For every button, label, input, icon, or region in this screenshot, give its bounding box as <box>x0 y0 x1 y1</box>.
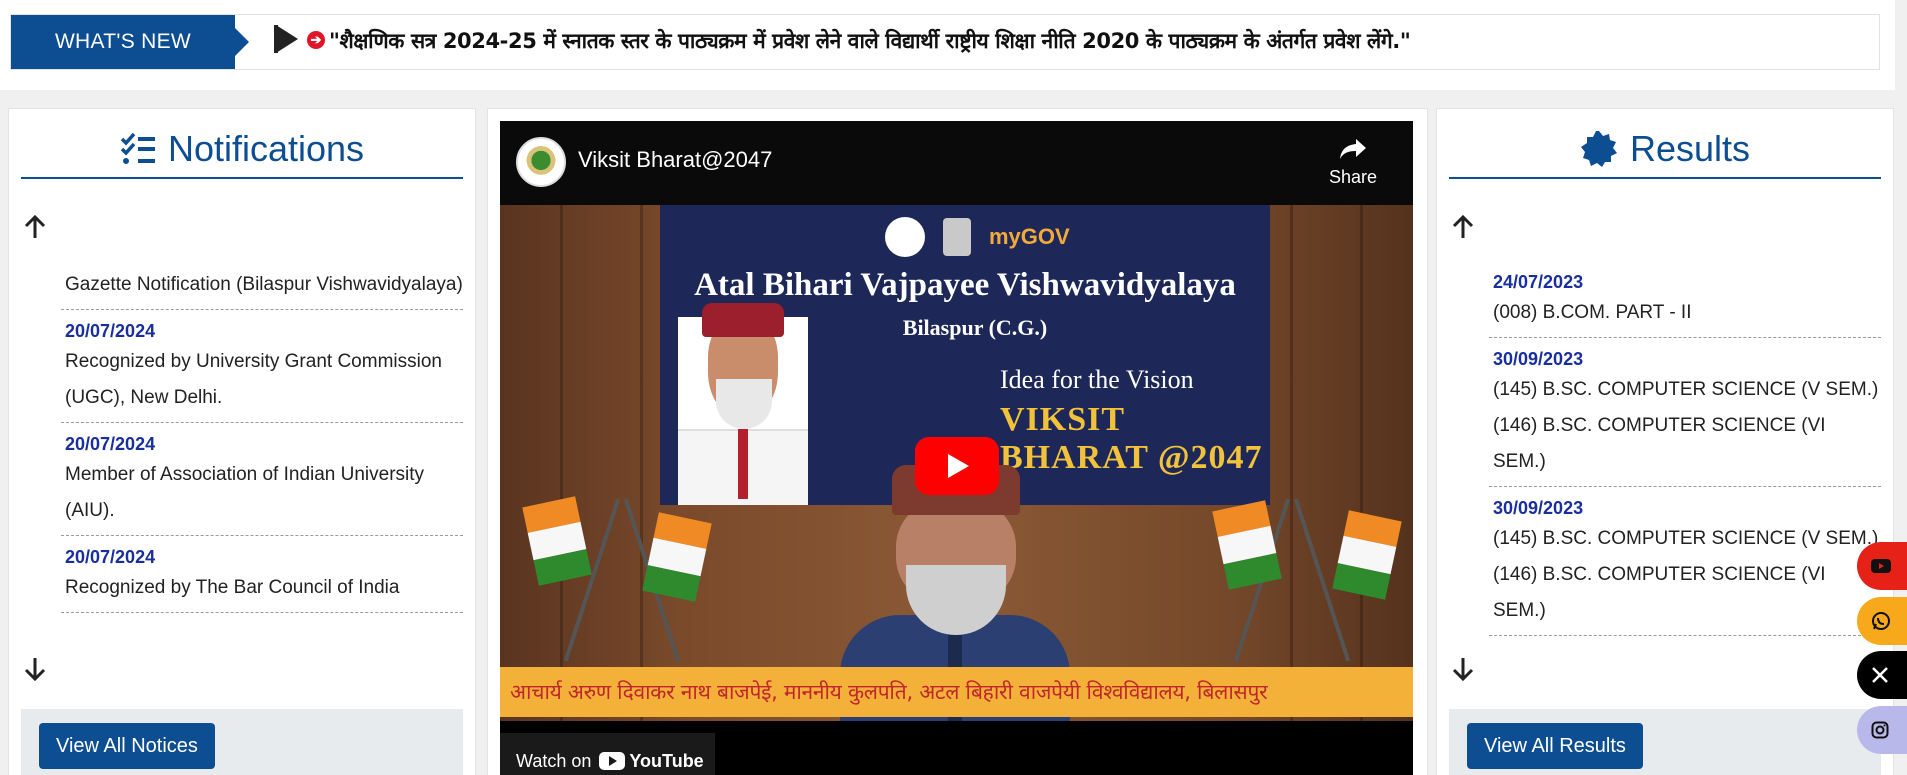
channel-logo[interactable] <box>516 137 566 187</box>
notifications-title: Notifications <box>167 128 365 169</box>
video-topbar: Viksit Bharat@2047 Share <box>500 121 1413 205</box>
results-title: Results <box>1629 128 1751 169</box>
list-item[interactable]: 30/09/2023 (145) B.SC. COMPUTER SCIENCE … <box>1489 487 1881 636</box>
checklist-icon <box>120 133 155 164</box>
badge-icon <box>1580 131 1617 167</box>
instagram-social-button[interactable] <box>1857 706 1907 754</box>
india-flag-icon <box>1332 510 1402 600</box>
notification-title[interactable]: Recognized by The Bar Council of India <box>65 570 463 606</box>
notification-title[interactable]: Recognized by University Grant Commissio… <box>65 344 463 416</box>
banner-title: Atal Bihari Vajpayee Vishwavidyalaya <box>694 267 1236 303</box>
scroll-down-arrow-icon[interactable] <box>21 655 49 683</box>
whats-new-text[interactable]: "शैक्षणिक सत्र 2024-25 में स्नातक स्तर क… <box>329 27 1411 55</box>
instagram-icon <box>1871 721 1889 739</box>
result-date: 30/09/2023 <box>1493 349 1584 369</box>
youtube-wordmark: YouTube <box>629 750 704 771</box>
results-footer: View All Results <box>1449 709 1881 775</box>
list-item[interactable]: 24/07/2023 (008) B.COM. PART - II <box>1489 261 1881 338</box>
notification-date: 20/07/2024 <box>65 434 156 454</box>
video-caption-strip: आचार्य अरुण दिवाकर नाथ बाजपेई, माननीय कु… <box>500 667 1413 717</box>
view-all-results-button[interactable]: View All Results <box>1467 723 1643 769</box>
youtube-icon <box>599 752 626 770</box>
youtube-logo: YouTube <box>599 750 704 772</box>
share-button[interactable]: Share <box>1323 137 1383 188</box>
view-all-notices-button[interactable]: View All Notices <box>39 723 215 769</box>
video-title[interactable]: Viksit Bharat@2047 <box>578 147 772 173</box>
notifications-list: Gazette Notification (Bilaspur Vishwavid… <box>61 259 463 739</box>
whats-new-ticker: WHAT'S NEW ➔ "शैक्षणिक सत्र 2024-25 में … <box>10 14 1880 70</box>
youtube-video-embed[interactable]: Viksit Bharat@2047 Share myGOV Atal Biha… <box>500 121 1413 775</box>
play-button-icon[interactable] <box>915 437 999 495</box>
notification-date: 20/07/2024 <box>65 547 156 567</box>
results-list: 24/07/2023 (008) B.COM. PART - II 30/09/… <box>1489 261 1881 741</box>
scroll-down-arrow-icon[interactable] <box>1449 655 1477 683</box>
notifications-header: Notifications <box>21 121 463 179</box>
notification-title[interactable]: Gazette Notification (Bilaspur Vishwavid… <box>65 267 463 303</box>
result-title[interactable]: (145) B.SC. COMPUTER SCIENCE (V SEM.) (1… <box>1493 521 1881 629</box>
result-title[interactable]: (145) B.SC. COMPUTER SCIENCE (V SEM.)(14… <box>1493 372 1881 480</box>
results-header: Results <box>1449 121 1881 179</box>
india-flag-icon <box>1212 500 1282 590</box>
whatsapp-social-button[interactable] <box>1857 597 1907 645</box>
banner-portrait <box>678 303 808 505</box>
india-flag-icon <box>642 512 712 602</box>
x-social-button[interactable] <box>1857 651 1907 699</box>
share-icon <box>1340 139 1366 159</box>
india-flag-icon <box>522 496 592 586</box>
notification-title[interactable]: Member of Association of Indian Universi… <box>65 457 463 529</box>
video-panel: Viksit Bharat@2047 Share myGOV Atal Biha… <box>487 108 1428 775</box>
results-panel: Results 24/07/2023 (008) B.COM. PART - I… <box>1436 108 1894 775</box>
banner-idea: Idea for the Vision <box>1000 365 1194 394</box>
scroll-up-arrow-icon[interactable] <box>1449 213 1477 241</box>
arrow-right-circle-icon: ➔ <box>307 31 325 49</box>
whats-new-bar: WHAT'S NEW ➔ "शैक्षणिक सत्र 2024-25 में … <box>0 0 1895 90</box>
list-item[interactable]: 20/07/2024 Recognized by The Bar Council… <box>61 536 463 613</box>
share-label: Share <box>1328 167 1378 187</box>
watch-on-label: Watch on <box>516 750 592 771</box>
list-item[interactable]: 20/07/2024 Recognized by University Gran… <box>61 310 463 423</box>
youtube-icon <box>1871 559 1891 573</box>
list-item[interactable]: 20/07/2024 Member of Association of Indi… <box>61 423 463 536</box>
mygov-logo: myGOV <box>989 224 1070 249</box>
result-date: 30/09/2023 <box>1493 498 1584 518</box>
x-icon <box>1872 667 1888 683</box>
list-item[interactable]: Gazette Notification (Bilaspur Vishwavid… <box>61 259 463 310</box>
whats-new-label: WHAT'S NEW <box>11 15 249 69</box>
result-date: 24/07/2023 <box>1493 272 1584 292</box>
play-pause-icon[interactable] <box>274 25 298 53</box>
notification-date: 20/07/2024 <box>65 321 156 341</box>
notifications-panel: Notifications Gazette Notification (Bila… <box>8 108 476 775</box>
list-item[interactable]: 30/09/2023 (145) B.SC. COMPUTER SCIENCE … <box>1489 338 1881 487</box>
notifications-footer: View All Notices <box>21 709 463 775</box>
watch-on-youtube-button[interactable]: Watch on YouTube <box>500 733 715 775</box>
national-emblem-icon <box>943 218 971 256</box>
scroll-up-arrow-icon[interactable] <box>21 213 49 241</box>
result-title[interactable]: (008) B.COM. PART - II <box>1493 295 1881 331</box>
youtube-social-button[interactable] <box>1857 542 1907 590</box>
university-emblem-icon <box>885 217 925 257</box>
whatsapp-icon <box>1872 612 1890 630</box>
